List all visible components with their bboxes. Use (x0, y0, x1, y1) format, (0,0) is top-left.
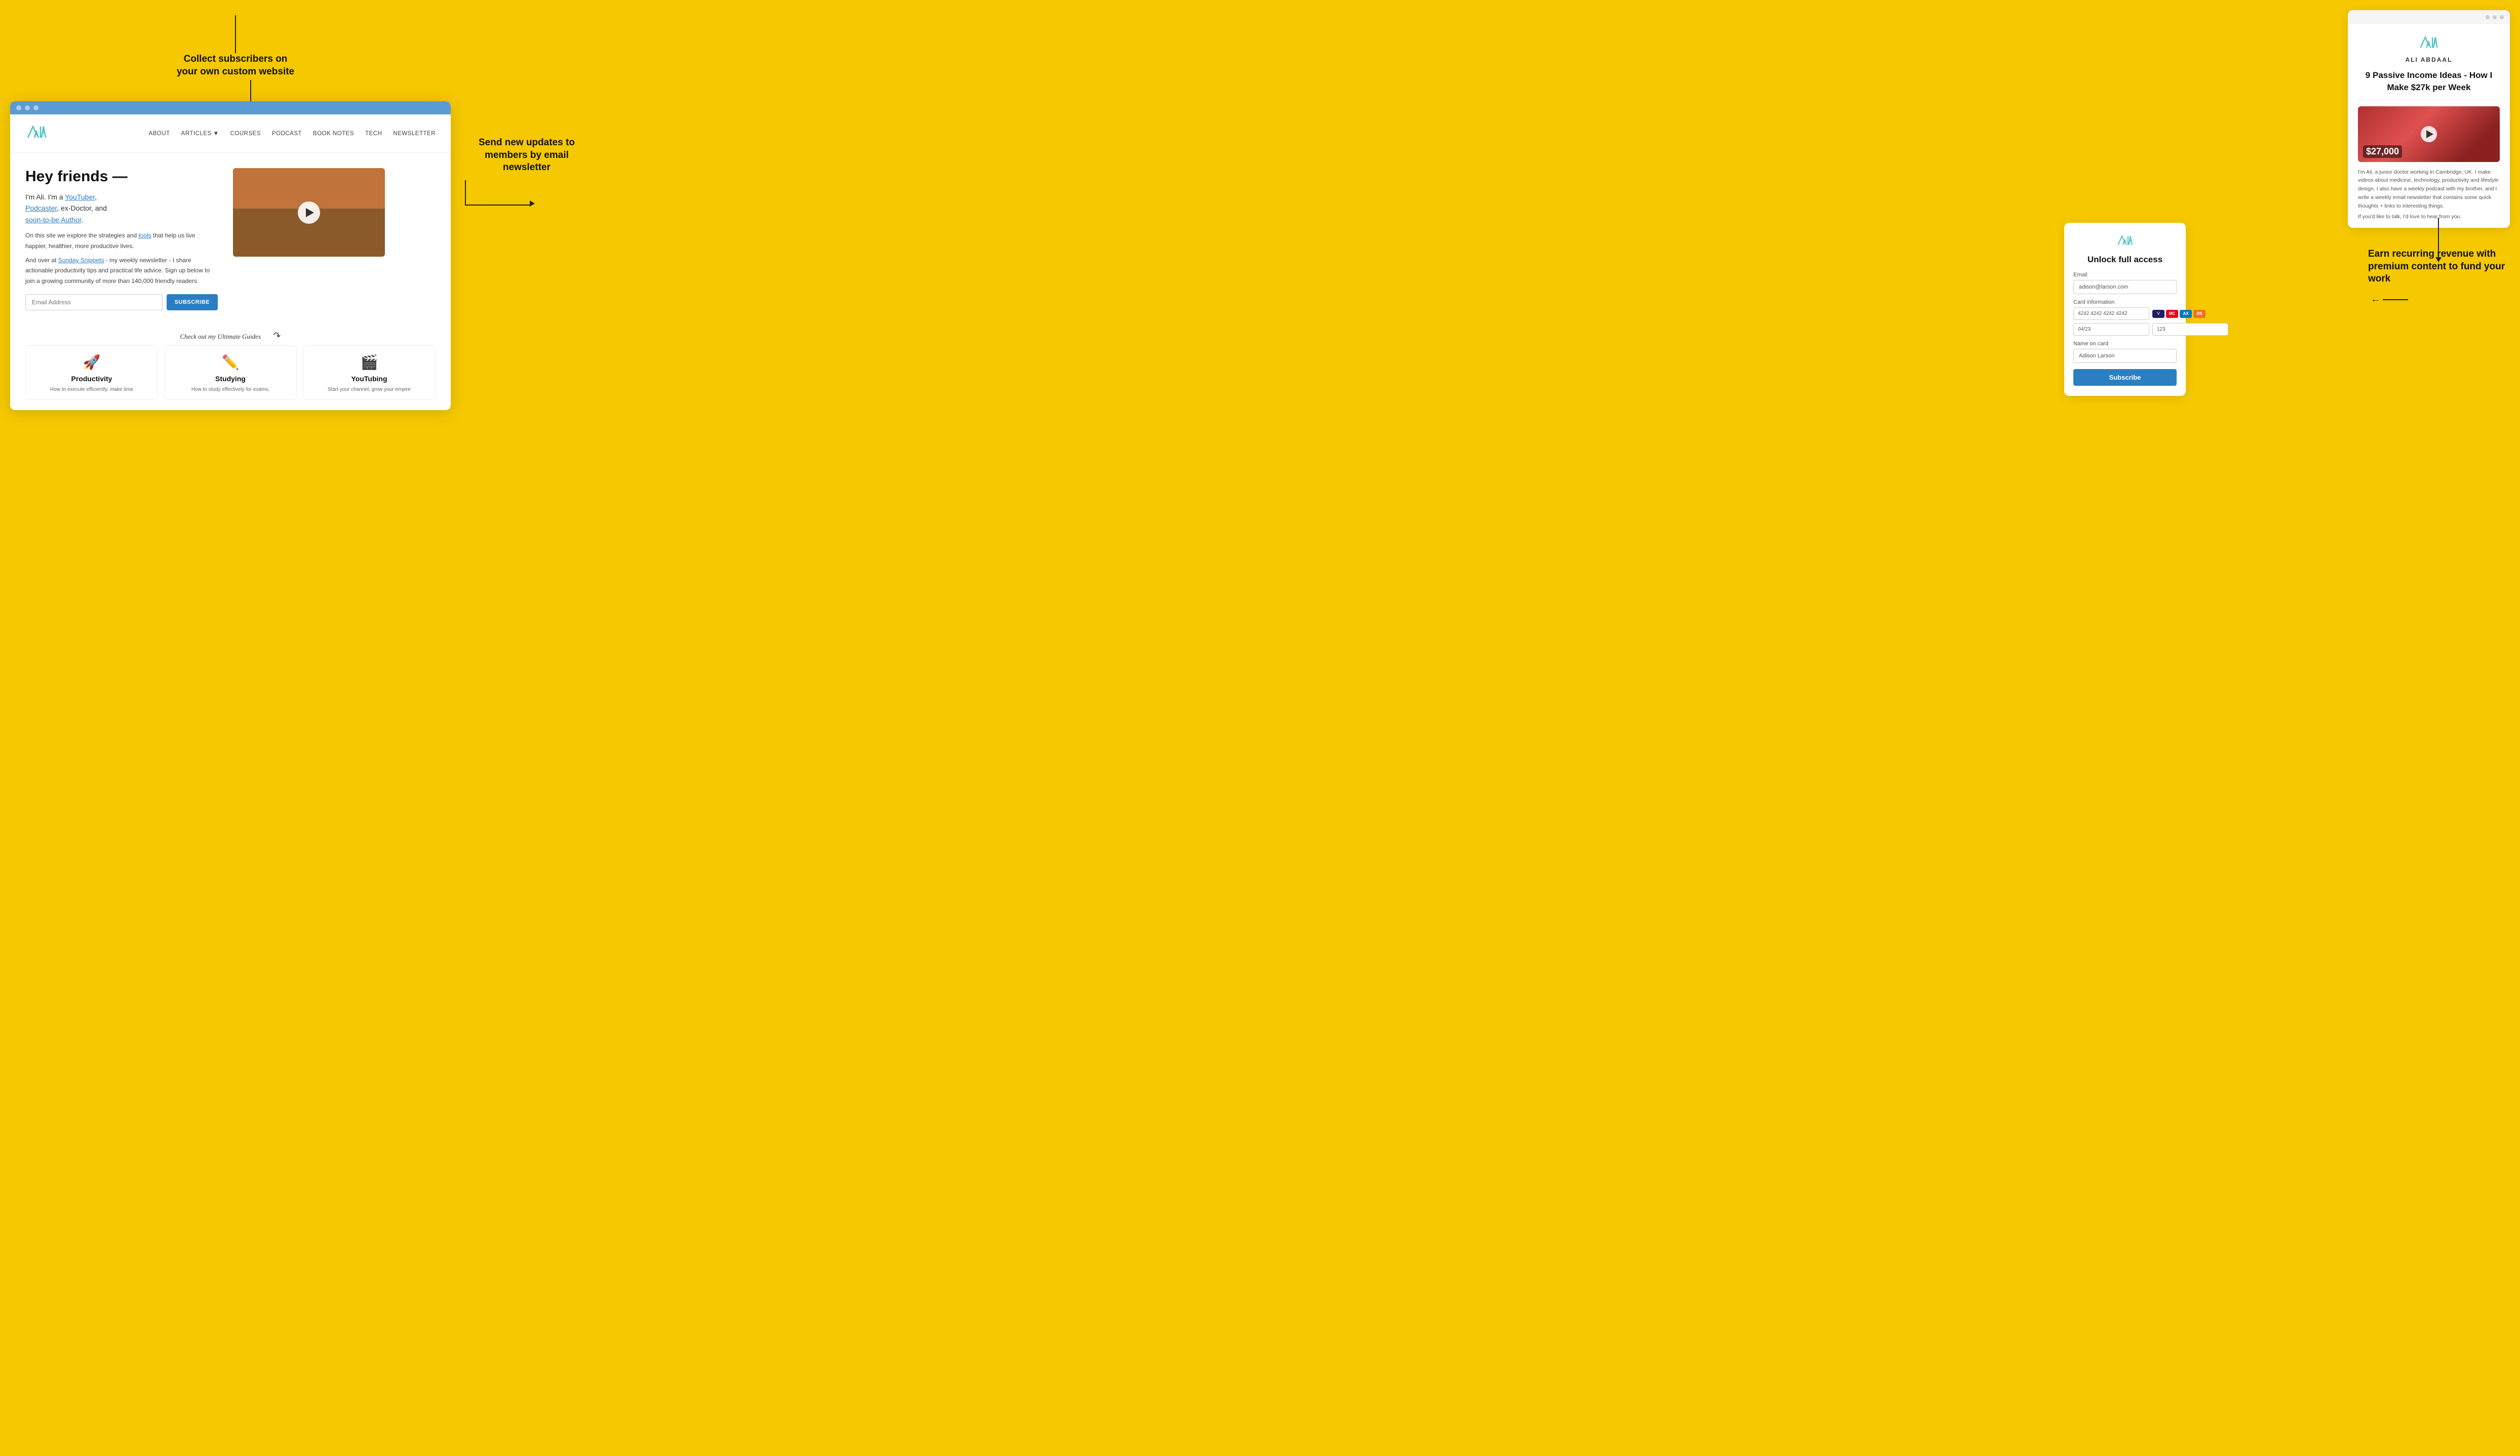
ali-card-video-amount: $27,000 (2363, 145, 2402, 158)
ali-card-topbar (2348, 10, 2510, 24)
email-input[interactable] (25, 294, 163, 310)
expiry-row (2073, 323, 2177, 336)
annotation-collect-label: Collect subscribers on your own custom w… (172, 53, 299, 78)
ali-card-video: $27,000 (2358, 106, 2500, 162)
podcaster-link[interactable]: Podcaster (25, 204, 57, 212)
browser-dot-yellow (25, 105, 30, 110)
ali-abdaal-card: ALI ABDAAL 9 Passive Income Ideas - How … (2348, 10, 2510, 228)
name-on-card-label: Name on card (2073, 341, 2177, 347)
unlock-subscribe-button[interactable]: Subscribe (2073, 369, 2177, 386)
ali-card-link: If you'd like to talk, I'd love to hear … (2348, 214, 2510, 220)
hero-text-2: And over at Sunday Snippets - my weekly … (25, 255, 218, 286)
card-number-row: V MC AX DS (2073, 307, 2177, 320)
guides-section: Check out my Ultimate Guides ↷ 🚀 Product… (10, 331, 451, 410)
mastercard-icon: MC (2166, 310, 2178, 318)
guides-title: Check out my Ultimate Guides (180, 333, 261, 340)
tools-link[interactable]: tools (138, 232, 151, 239)
left-arrow-icon: ← (2371, 294, 2381, 305)
unlock-email-input[interactable] (2073, 280, 2177, 294)
discover-icon: DS (2193, 310, 2206, 318)
subscribe-button[interactable]: SUBSCRIBE (167, 294, 218, 310)
browser-dot-green (33, 105, 38, 110)
email-label: Email (2073, 272, 2177, 278)
annotation-revenue: Earn recurring revenue with premium cont… (2368, 248, 2510, 305)
page-wrapper: Collect subscribers on your own custom w… (0, 0, 2520, 456)
studying-title: Studying (172, 375, 289, 383)
cvv-input[interactable] (2152, 323, 2228, 336)
hero-left: Hey friends — I'm Ali. I'm a YouTuber, P… (25, 168, 218, 320)
youtubing-icon: 🎬 (310, 354, 428, 371)
ali-card-title: 9 Passive Income Ideas - How I Make $27k… (2348, 69, 2510, 94)
productivity-title: Productivity (33, 375, 150, 383)
nav-articles[interactable]: ARTICLES ▼ (181, 131, 219, 137)
hero-right (233, 168, 385, 320)
hero-section: Hey friends — I'm Ali. I'm a YouTuber, P… (10, 153, 451, 331)
hero-title: Hey friends — (25, 168, 218, 185)
browser-content: ABOUT ARTICLES ▼ COURSES PODCAST BOOK NO… (10, 114, 451, 410)
browser-window: ABOUT ARTICLES ▼ COURSES PODCAST BOOK NO… (10, 101, 451, 410)
youtubing-desc: Start your channel, grow your empire (310, 386, 428, 393)
nav-podcast[interactable]: PODCAST (272, 131, 302, 137)
card-info-label: Card information (2073, 299, 2177, 305)
annotation-email: Send new updates to members by email new… (461, 137, 593, 206)
studying-desc: How to study effectively for exams, (172, 386, 289, 393)
play-button[interactable] (298, 201, 320, 224)
ali-card-description: I'm Ali, a junior doctor working in Camb… (2348, 168, 2510, 211)
productivity-icon: 🚀 (33, 354, 150, 371)
guide-card-studying: ✏️ Studying How to study effectively for… (164, 345, 297, 400)
youtubing-title: YouTubing (310, 375, 428, 383)
nav-book-notes[interactable]: BOOK NOTES (313, 131, 354, 137)
name-on-card-input[interactable] (2073, 349, 2177, 363)
site-nav: ABOUT ARTICLES ▼ COURSES PODCAST BOOK NO… (10, 114, 451, 153)
topbar-dots (2486, 15, 2504, 19)
guides-cards: 🚀 Productivity How to execute efficientl… (25, 345, 436, 400)
ali-card-logo (2348, 24, 2510, 56)
card-number-input[interactable] (2073, 307, 2149, 320)
guides-arrow: ↷ (272, 330, 282, 342)
author-link[interactable]: soon-to-be Author (25, 216, 82, 224)
visa-icon: V (2152, 310, 2164, 318)
sunday-snippets-link[interactable]: Sunday Snippets (58, 257, 104, 264)
guide-card-youtubing: 🎬 YouTubing Start your channel, grow you… (303, 345, 436, 400)
nav-courses[interactable]: COURSES (230, 131, 261, 137)
hero-subtitle: I'm Ali. I'm a YouTuber, Podcaster, ex-D… (25, 191, 218, 225)
browser-dot-red (16, 105, 21, 110)
annotation-revenue-label: Earn recurring revenue with premium cont… (2368, 248, 2510, 286)
nav-links: ABOUT ARTICLES ▼ COURSES PODCAST BOOK NO… (149, 131, 436, 137)
site-logo (25, 123, 48, 144)
card-icons: V MC AX DS (2152, 307, 2206, 320)
annotation-collect: Collect subscribers on your own custom w… (172, 15, 299, 105)
hero-text-1: On this site we explore the strategies a… (25, 230, 218, 251)
video-thumbnail[interactable] (233, 168, 385, 257)
annotation-email-label: Send new updates to members by email new… (461, 137, 593, 174)
nav-tech[interactable]: TECH (365, 131, 382, 137)
unlock-logo (2073, 233, 2177, 251)
studying-icon: ✏️ (172, 354, 289, 371)
productivity-desc: How to execute efficiently, make time (33, 386, 150, 393)
ali-card-name: ALI ABDAAL (2348, 56, 2510, 63)
nav-about[interactable]: ABOUT (149, 131, 170, 137)
amex-icon: AX (2180, 310, 2192, 318)
email-form: SUBSCRIBE (25, 294, 218, 310)
guide-card-productivity: 🚀 Productivity How to execute efficientl… (25, 345, 158, 400)
nav-newsletter[interactable]: NEWSLETTER (393, 131, 436, 137)
expiry-input[interactable] (2073, 323, 2149, 336)
unlock-card: Unlock full access Email Card informatio… (2064, 223, 2186, 396)
unlock-title: Unlock full access (2073, 255, 2177, 265)
youtuber-link[interactable]: YouTuber (65, 193, 95, 201)
browser-titlebar (10, 101, 451, 114)
